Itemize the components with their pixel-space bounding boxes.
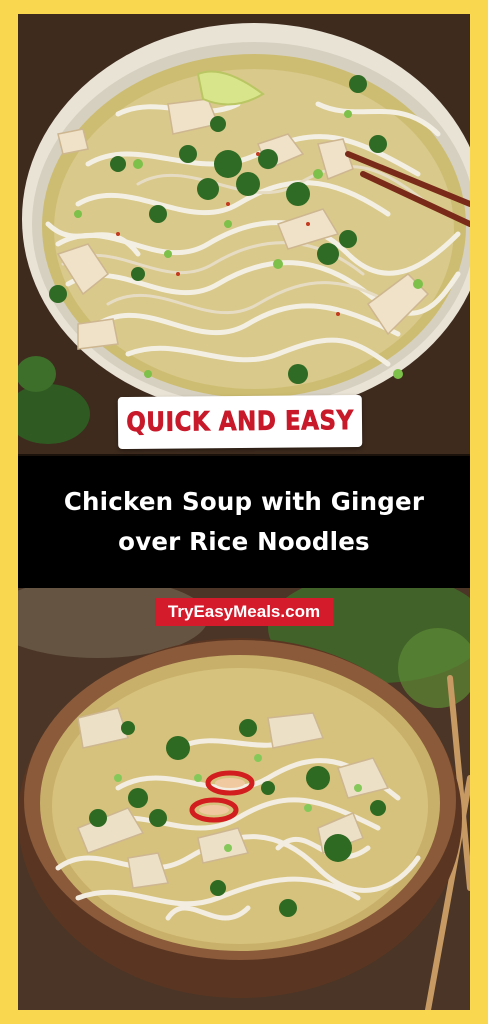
soup-photo-top	[18, 14, 470, 454]
website-text[interactable]: TryEasyMeals.com	[168, 602, 320, 622]
soup-photo-bottom	[18, 588, 470, 1010]
recipe-title-line-1: Chicken Soup with Ginger	[63, 487, 425, 516]
quick-and-easy-badge: QUICK AND EASY	[117, 394, 363, 450]
badge-text: QUICK AND EASY	[126, 406, 354, 439]
pin-frame: QUICK AND EASY Chicken Soup with Ginger …	[18, 14, 470, 1010]
website-tag[interactable]: TryEasyMeals.com	[155, 598, 333, 626]
recipe-title-line-2: over Rice Noodles	[118, 527, 370, 556]
recipe-title-band: Chicken Soup with Ginger over Rice Noodl…	[18, 456, 470, 588]
